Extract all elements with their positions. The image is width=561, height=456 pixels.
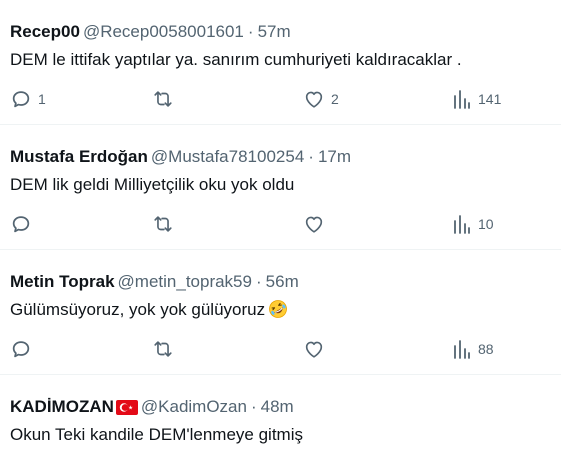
views-button[interactable]: 88: [452, 338, 494, 360]
separator-dot: ·: [247, 22, 254, 41]
heart-icon: [305, 216, 323, 233]
tweet-text-row: Gülümsüyoruz, yok yok gülüyoruz: [10, 298, 288, 322]
view-count: 10: [478, 216, 494, 232]
reply-bubble-icon: [12, 91, 30, 108]
tweet-text: Okun Teki kandile DEM'lenmeye gitmiş: [10, 425, 303, 444]
author-name[interactable]: Recep00: [10, 22, 80, 41]
views-bar-icon: [454, 90, 470, 109]
reply-button[interactable]: [10, 213, 38, 235]
like-button[interactable]: 2: [303, 88, 339, 110]
author-handle[interactable]: @Recep0058001601: [83, 22, 244, 41]
tweet-actions: 1 2 141: [0, 88, 561, 110]
heart-icon: [305, 91, 323, 108]
tweet-text: Gülümsüyoruz, yok yok gülüyoruz: [10, 300, 266, 319]
like-button[interactable]: [303, 213, 331, 235]
timestamp[interactable]: 56m: [266, 272, 299, 291]
retweet-icon: [154, 341, 172, 357]
tweet[interactable]: Metin Toprak @metin_toprak59 · 56m Gülümsüy…: [0, 250, 561, 374]
view-count: 141: [478, 91, 502, 107]
reply-feed: Recep00 @Recep0058001601 · 57m DEM le ittif…: [0, 0, 561, 456]
rolling-on-the-floor-laughing-emoji: [269, 300, 288, 318]
tweet-actions: 10: [0, 213, 561, 235]
heart-icon: [305, 341, 323, 358]
separator-dot: ·: [250, 397, 257, 416]
author-handle[interactable]: @Mustafa78100254: [151, 147, 304, 166]
author-handle[interactable]: @KadimOzan: [141, 397, 247, 416]
retweet-button[interactable]: [152, 88, 180, 110]
views-bar-icon: [454, 215, 470, 234]
author-name[interactable]: Mustafa Erdoğan: [10, 147, 148, 166]
tweet-actions: 88: [0, 338, 561, 360]
view-count: 88: [478, 341, 494, 357]
reply-bubble-icon: [12, 216, 30, 233]
views-button[interactable]: 141: [452, 88, 501, 110]
views-bar-icon: [454, 340, 470, 359]
timestamp[interactable]: 57m: [258, 22, 291, 41]
tweet[interactable]: Mustafa Erdoğan @Mustafa78100254 · 17m DEM …: [0, 125, 561, 249]
tweet-text: DEM lik geldi Milliyetçilik oku yok oldu: [10, 175, 295, 194]
tweet-header: KADİMOZAN @KadimOzan · 48m: [10, 395, 294, 419]
separator-dot: ·: [255, 272, 262, 291]
turkey-flag-icon: [115, 400, 138, 415]
timestamp[interactable]: 48m: [261, 397, 294, 416]
like-button[interactable]: [303, 338, 331, 360]
tweet[interactable]: Recep00 @Recep0058001601 · 57m DEM le ittif…: [0, 0, 561, 124]
reply-button[interactable]: [10, 338, 38, 360]
like-count: 2: [331, 91, 339, 107]
retweet-icon: [154, 91, 172, 107]
retweet-button[interactable]: [152, 213, 180, 235]
timestamp[interactable]: 17m: [318, 147, 351, 166]
author-name[interactable]: KADİMOZAN: [10, 397, 114, 416]
reply-count: 1: [38, 91, 46, 107]
tweet-header: Metin Toprak @metin_toprak59 · 56m: [10, 270, 299, 294]
author-handle[interactable]: @metin_toprak59: [118, 272, 252, 291]
reply-button[interactable]: 1: [10, 88, 46, 110]
separator-dot: ·: [308, 147, 314, 166]
tweet-header: Recep00 @Recep0058001601 · 57m: [10, 20, 291, 44]
reply-bubble-icon: [12, 341, 30, 358]
tweet-header: Mustafa Erdoğan @Mustafa78100254 · 17m: [10, 145, 351, 169]
author-name[interactable]: Metin Toprak: [10, 272, 115, 291]
tweet[interactable]: KADİMOZAN @KadimOzan · 48m Okun Teki kandi…: [0, 375, 561, 456]
tweet-text: DEM le ittifak yaptılar ya. sanırım cumh…: [10, 50, 462, 69]
views-button[interactable]: 10: [452, 213, 494, 235]
retweet-icon: [154, 216, 172, 232]
retweet-button[interactable]: [152, 338, 180, 360]
